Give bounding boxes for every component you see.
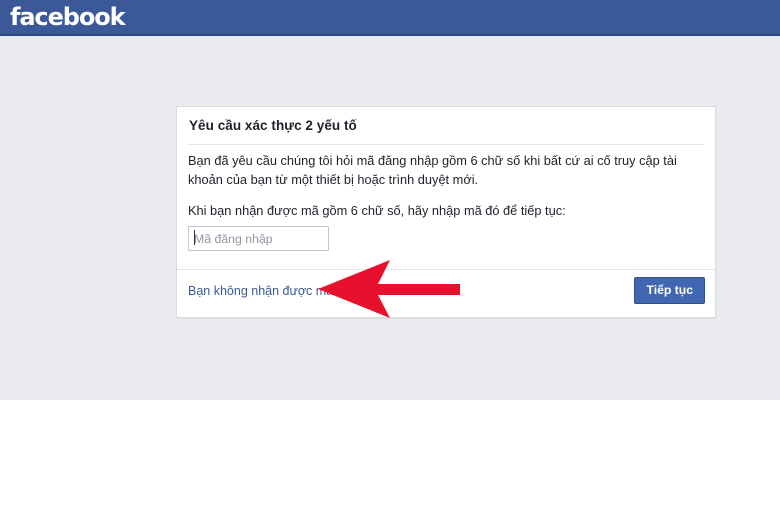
footer-divider (177, 269, 715, 270)
facebook-top-bar: facebook (0, 0, 780, 36)
two-factor-auth-card: Yêu cầu xác thực 2 yếu tố Bạn đã yêu cầu… (176, 106, 716, 318)
text-caret (194, 230, 195, 245)
didnt-receive-code-link[interactable]: Bạn không nhận được mã? (188, 284, 340, 298)
prompt-paragraph: Khi bạn nhận được mã gồm 6 chữ số, hãy n… (188, 203, 566, 218)
continue-button[interactable]: Tiếp tục (634, 277, 705, 304)
card-title: Yêu cầu xác thực 2 yếu tố (189, 118, 357, 133)
card-body: Bạn đã yêu cầu chúng tôi hỏi mã đăng nhậ… (188, 152, 706, 221)
login-code-field-wrapper (188, 226, 329, 251)
intro-paragraph: Bạn đã yêu cầu chúng tôi hỏi mã đăng nhậ… (188, 153, 677, 187)
facebook-logo[interactable]: facebook (10, 3, 126, 31)
login-code-input[interactable] (188, 226, 329, 251)
title-divider (188, 144, 704, 145)
